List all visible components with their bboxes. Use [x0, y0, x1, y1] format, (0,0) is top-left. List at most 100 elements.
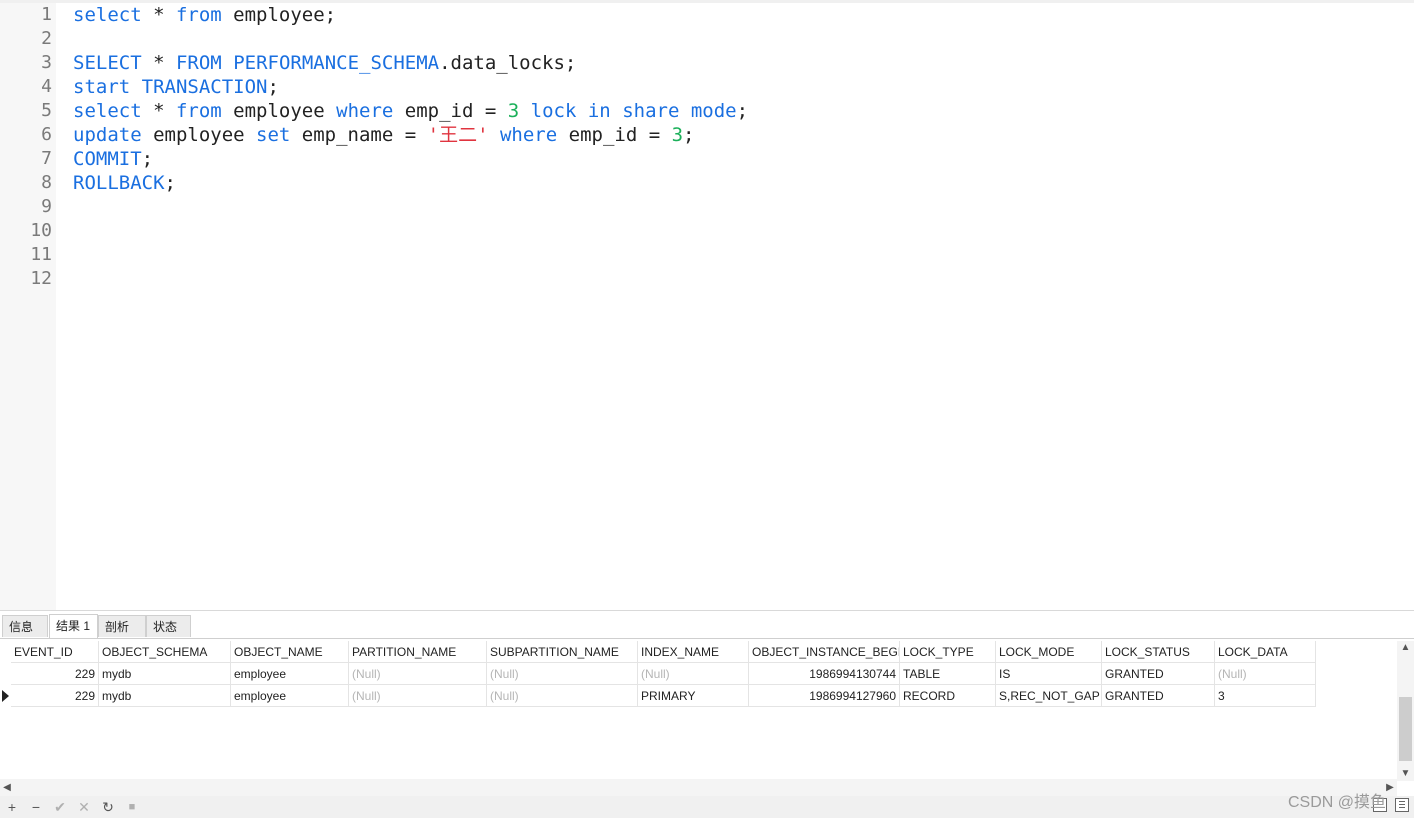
- column-header[interactable]: SUBPARTITION_NAME: [487, 641, 638, 663]
- sql-text: ;: [164, 172, 176, 194]
- table-cell[interactable]: RECORD: [900, 685, 996, 707]
- code-text[interactable]: select * from employee;: [73, 3, 336, 27]
- code-text[interactable]: ROLLBACK;: [73, 171, 176, 195]
- stop-icon: ■: [128, 801, 136, 813]
- column-header[interactable]: LOCK_MODE: [996, 641, 1102, 663]
- sql-keyword: from: [175, 100, 222, 122]
- table-cell[interactable]: employee: [231, 685, 349, 707]
- form-view-icon[interactable]: [1395, 798, 1409, 812]
- column-header[interactable]: EVENT_ID: [11, 641, 99, 663]
- column-header[interactable]: LOCK_STATUS: [1102, 641, 1215, 663]
- code-text[interactable]: SELECT * FROM PERFORMANCE_SCHEMA.data_lo…: [73, 51, 576, 75]
- code-line[interactable]: 10: [0, 219, 1414, 243]
- code-text[interactable]: COMMIT;: [73, 147, 153, 171]
- table-cell[interactable]: IS: [996, 663, 1102, 685]
- table-cell[interactable]: employee: [231, 663, 349, 685]
- table-cell[interactable]: GRANTED: [1102, 663, 1215, 685]
- sql-text: employee;: [221, 4, 337, 26]
- column-header[interactable]: INDEX_NAME: [638, 641, 749, 663]
- table-cell[interactable]: 229: [11, 663, 99, 685]
- line-number: 8: [41, 172, 52, 193]
- scroll-left-icon[interactable]: ◀: [0, 779, 14, 796]
- code-text[interactable]: update employee set emp_name = '王二' wher…: [73, 123, 694, 147]
- code-text[interactable]: select * from employee where emp_id = 3 …: [73, 99, 748, 123]
- tab-profile[interactable]: 剖析: [98, 615, 146, 637]
- table-cell[interactable]: (Null): [1215, 663, 1316, 685]
- horizontal-scrollbar[interactable]: ◀ ▶: [0, 779, 1397, 796]
- scroll-up-icon[interactable]: ▲: [1397, 641, 1414, 655]
- table-cell[interactable]: S,REC_NOT_GAP: [996, 685, 1102, 707]
- table-row[interactable]: 229 mydb employee (Null) (Null) PRIMARY 198699…: [0, 685, 1316, 707]
- code-text[interactable]: start TRANSACTION;: [73, 75, 279, 99]
- sql-editor[interactable]: 1 select * from employee; 2 3 SELECT * FROM …: [0, 0, 1414, 610]
- table-cell[interactable]: (Null): [487, 663, 638, 685]
- code-line[interactable]: 5 select * from employee where emp_id = 3…: [0, 99, 1414, 123]
- scroll-down-icon[interactable]: ▼: [1397, 767, 1414, 781]
- current-row-indicator-icon: [2, 690, 9, 702]
- sql-text: *: [141, 4, 176, 26]
- table-cell[interactable]: TABLE: [900, 663, 996, 685]
- table-cell[interactable]: (Null): [349, 663, 487, 685]
- delete-record-button[interactable]: −: [27, 798, 45, 816]
- scroll-thumb[interactable]: [1399, 697, 1412, 761]
- discard-changes-button[interactable]: ✕: [75, 798, 93, 816]
- sql-text: employee: [221, 100, 337, 122]
- line-number: 4: [41, 76, 52, 97]
- refresh-button[interactable]: ↻: [99, 798, 117, 816]
- sql-number: 3: [507, 100, 520, 122]
- sql-keyword: share: [622, 100, 680, 122]
- sql-keyword: from: [175, 4, 222, 26]
- code-line[interactable]: 3 SELECT * FROM PERFORMANCE_SCHEMA.data_l…: [0, 51, 1414, 75]
- code-line[interactable]: 12: [0, 267, 1414, 291]
- code-line[interactable]: 8 ROLLBACK;: [0, 171, 1414, 195]
- column-header[interactable]: LOCK_DATA: [1215, 641, 1316, 663]
- sql-keyword: where: [499, 124, 558, 146]
- table-cell[interactable]: mydb: [99, 663, 231, 685]
- table-cell[interactable]: (Null): [638, 663, 749, 685]
- code-line[interactable]: 9: [0, 195, 1414, 219]
- sql-keyword: set: [256, 124, 291, 146]
- tab-status[interactable]: 状态: [146, 615, 191, 637]
- code-line[interactable]: 1 select * from employee;: [0, 3, 1414, 27]
- table-cell[interactable]: mydb: [99, 685, 231, 707]
- code-line[interactable]: 11: [0, 243, 1414, 267]
- code-line[interactable]: 4 start TRANSACTION;: [0, 75, 1414, 99]
- code-line[interactable]: 2: [0, 27, 1414, 51]
- add-record-button[interactable]: +: [3, 798, 21, 816]
- code-line[interactable]: 7 COMMIT;: [0, 147, 1414, 171]
- sql-number: 3: [671, 124, 684, 146]
- table-row[interactable]: 229 mydb employee (Null) (Null) (Null) 1986994…: [0, 663, 1316, 685]
- line-number: 6: [41, 124, 52, 145]
- table-cell[interactable]: (Null): [349, 685, 487, 707]
- sql-keyword: TRANSACTION: [141, 76, 268, 98]
- column-header[interactable]: OBJECT_INSTANCE_BEGIN: [749, 641, 900, 663]
- stop-button[interactable]: ■: [123, 798, 141, 816]
- tab-result-1[interactable]: 结果 1: [49, 614, 98, 638]
- table-cell[interactable]: PRIMARY: [638, 685, 749, 707]
- column-header[interactable]: OBJECT_SCHEMA: [99, 641, 231, 663]
- table-cell[interactable]: 229: [11, 685, 99, 707]
- table-cell[interactable]: 3: [1215, 685, 1316, 707]
- column-header[interactable]: LOCK_TYPE: [900, 641, 996, 663]
- line-number: 5: [41, 100, 52, 121]
- tab-info[interactable]: 信息: [2, 615, 48, 637]
- table-cell[interactable]: 1986994127960: [749, 685, 900, 707]
- column-header[interactable]: OBJECT_NAME: [231, 641, 349, 663]
- sql-keyword: select: [73, 100, 142, 122]
- sql-text: *: [141, 100, 176, 122]
- vertical-scrollbar[interactable]: ▲ ▼: [1397, 641, 1414, 781]
- column-header[interactable]: PARTITION_NAME: [349, 641, 487, 663]
- table-cell[interactable]: (Null): [487, 685, 638, 707]
- code-line[interactable]: 6 update employee set emp_name = '王二' whe…: [0, 123, 1414, 147]
- sql-keyword: start: [73, 76, 131, 98]
- table-cell[interactable]: 1986994130744: [749, 663, 900, 685]
- apply-changes-button[interactable]: ✔: [51, 798, 69, 816]
- table-cell[interactable]: GRANTED: [1102, 685, 1215, 707]
- sql-text: ;: [141, 148, 154, 170]
- plus-icon: +: [7, 799, 17, 815]
- sql-text: .data_locks;: [439, 52, 577, 74]
